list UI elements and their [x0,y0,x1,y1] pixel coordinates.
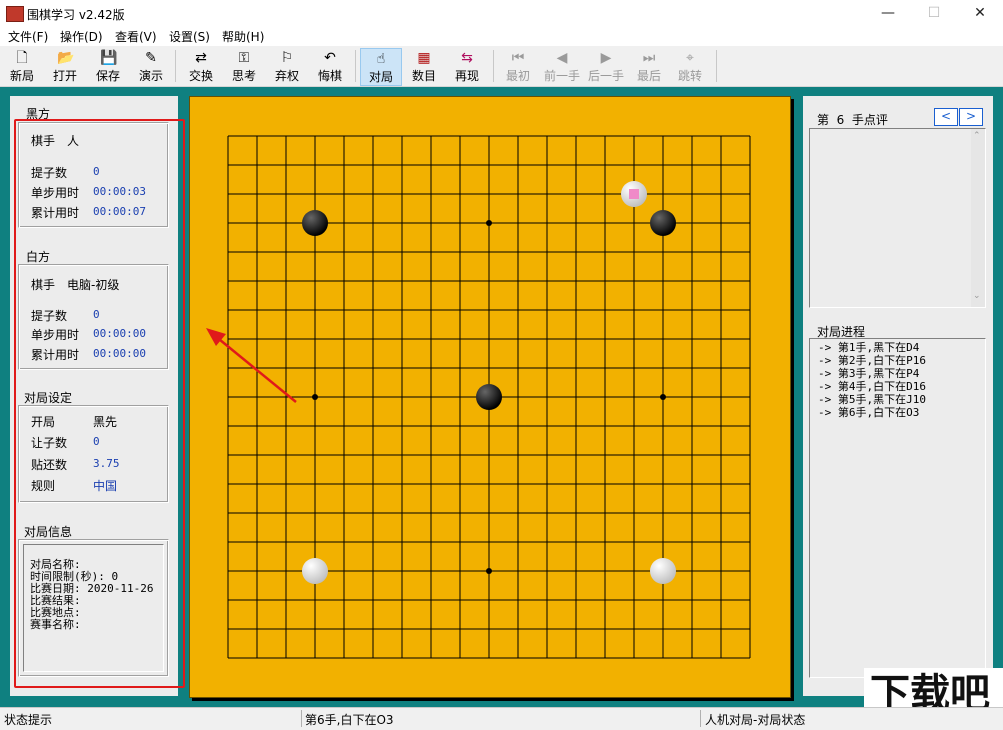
star-point [486,220,492,226]
demo-button[interactable]: ✎ 演示 [131,48,171,84]
progress-list[interactable]: -> 第1手,黑下在D4 -> 第2手,白下在P16 -> 第3手,黑下在P4 … [809,338,986,678]
new-game-button[interactable]: 🗋 新局 [2,48,42,84]
white-stone [302,558,328,584]
think-button[interactable]: ⚿ 思考 [224,48,264,84]
white-stone [650,558,676,584]
black-stone [476,384,502,410]
first-move-button[interactable]: ⏮ 最初 [498,48,538,84]
swap-button[interactable]: ⇄ 交换 [181,48,221,84]
folder-open-icon: 📂 [57,50,75,66]
star-point [660,394,666,400]
toolbar-separator [175,50,176,82]
status-divider [301,710,302,727]
skip-last-icon: ⏭ [642,50,656,66]
comment-next-button[interactable]: > [959,108,983,126]
menu-bar: 文件(F) 操作(D) 查看(V) 设置(S) 帮助(H) [0,27,1003,46]
floppy-disk-icon: 💾 [100,50,118,66]
jump-button[interactable]: ⌖ 跳转 [670,48,710,84]
minimize-button[interactable]: — [865,0,911,27]
progress-move-2[interactable]: -> 第2手,白下在P16 [818,355,926,367]
swap-icon: ⇄ [195,50,207,66]
menu-file[interactable]: 文件(F) [8,28,48,45]
red-highlight-box [14,119,185,688]
demo-icon: ✎ [145,50,157,66]
grid-count-icon: ▦ [417,50,431,66]
game-button[interactable]: ☝ 对局 [360,48,402,86]
triangle-right-icon: ▶ [600,50,612,66]
status-mode: 人机对局-对局状态 [705,713,806,727]
replay-icon: ⇆ [461,50,473,66]
black-stone [302,210,328,236]
right-panel: 第 6 手点评 < > ⌃ ⌄ 对局进程 -> 第1手,黑下在D4 -> 第2手… [803,96,993,696]
menu-settings[interactable]: 设置(S) [169,28,210,45]
skip-first-icon: ⏮ [511,50,525,66]
scroll-up-icon[interactable]: ⌃ [973,131,981,141]
red-arrow-annotation [206,328,297,403]
resign-button[interactable]: ⚐ 弃权 [267,48,307,84]
status-hint: 状态提示 [4,713,53,727]
progress-move-1[interactable]: -> 第1手,黑下在D4 [818,342,919,354]
title-bar: 围棋学习 v2.42版 — ☐ ✕ [0,0,1003,27]
status-bar: 状态提示 第6手,白下在O3 人机对局-对局状态 [0,707,1003,730]
comment-scrollbar[interactable]: ⌃ ⌄ [971,129,985,307]
last-move-marker [629,189,639,199]
black-stone [650,210,676,236]
menu-view[interactable]: 查看(V) [115,28,157,45]
resign-icon: ⚐ [280,50,294,66]
save-button[interactable]: 💾 保存 [88,48,128,84]
scroll-down-icon[interactable]: ⌄ [973,291,981,301]
comment-prev-button[interactable]: < [934,108,958,126]
triangle-left-icon: ◀ [556,50,568,66]
comment-text-area[interactable]: ⌃ ⌄ [809,128,986,308]
window-title: 围棋学习 v2.42版 [27,8,125,22]
maximize-button[interactable]: ☐ [911,0,957,27]
last-move-button[interactable]: ⏭ 最后 [629,48,669,84]
new-file-icon: 🗋 [16,50,28,66]
status-divider [700,710,701,727]
status-move: 第6手,白下在O3 [305,713,394,727]
open-button[interactable]: 📂 打开 [45,48,85,84]
progress-move-3[interactable]: -> 第3手,黑下在P4 [818,368,919,380]
replay-button[interactable]: ⇆ 再现 [447,48,487,84]
undo-button[interactable]: ↶ 悔棋 [310,48,350,84]
next-move-button[interactable]: ▶ 后一手 [586,48,626,84]
toolbar-separator [716,50,717,82]
app-icon [6,6,24,22]
key-icon: ⚿ [238,50,250,66]
progress-move-5[interactable]: -> 第5手,黑下在J10 [818,394,926,406]
hand-icon: ☝ [376,51,386,67]
left-panel: 黑方 棋手 人 提子数 0 单步用时 00:00:03 累计用时 00:00:0… [10,96,185,696]
progress-move-6[interactable]: -> 第6手,白下在O3 [818,407,919,419]
binoculars-icon: ⌖ [686,50,694,66]
progress-move-4[interactable]: -> 第4手,白下在D16 [818,381,926,393]
toolbar: 🗋 新局 📂 打开 💾 保存 ✎ 演示 ⇄ 交换 ⚿ 思考 ⚐ 弃权 ↶ 悔棋 … [0,46,1003,87]
undo-icon: ↶ [324,50,336,66]
comment-title: 第 6 手点评 [817,113,888,127]
toolbar-separator [493,50,494,82]
toolbar-separator [355,50,356,82]
prev-move-button[interactable]: ◀ 前一手 [542,48,582,84]
count-button[interactable]: ▦ 数目 [404,48,444,84]
star-point [312,394,318,400]
star-point [486,568,492,574]
menu-operate[interactable]: 操作(D) [60,28,103,45]
close-button[interactable]: ✕ [957,0,1003,27]
menu-help[interactable]: 帮助(H) [222,28,264,45]
